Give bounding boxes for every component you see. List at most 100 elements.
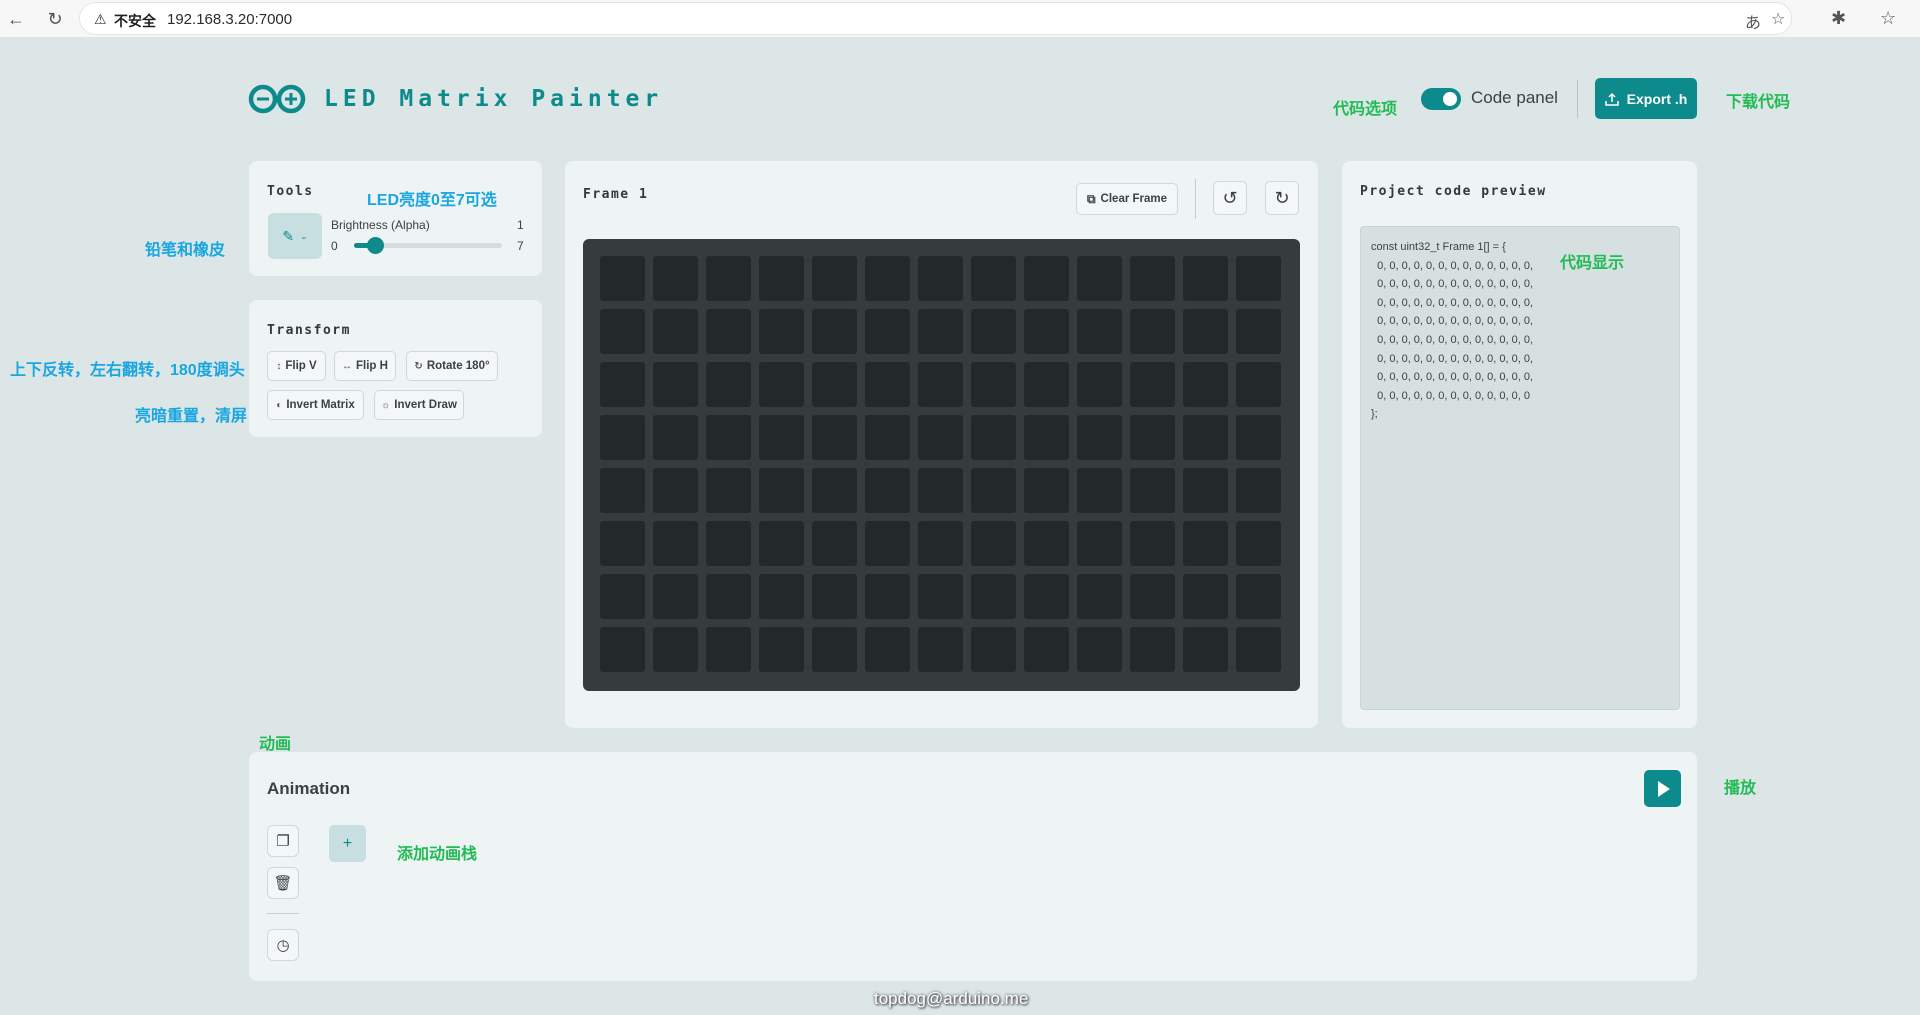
redo-icon[interactable]: ↻ [1265,181,1299,215]
led-cell[interactable] [759,256,804,301]
led-cell[interactable] [865,574,910,619]
led-cell[interactable] [971,574,1016,619]
led-cell[interactable] [706,415,751,460]
led-cell[interactable] [971,256,1016,301]
invert-draw-button[interactable]: ☼ Invert Draw [374,390,464,420]
led-cell[interactable] [600,574,645,619]
led-cell[interactable] [971,362,1016,407]
led-cell[interactable] [1077,468,1122,513]
led-cell[interactable] [653,362,698,407]
led-cell[interactable] [1183,521,1228,566]
led-cell[interactable] [865,362,910,407]
led-cell[interactable] [1236,256,1281,301]
led-cell[interactable] [865,256,910,301]
led-cell[interactable] [1183,309,1228,354]
led-cell[interactable] [812,362,857,407]
led-cell[interactable] [812,468,857,513]
led-cell[interactable] [1130,309,1175,354]
led-cell[interactable] [706,256,751,301]
led-cell[interactable] [1077,521,1122,566]
add-frame-button[interactable]: + [329,825,366,862]
led-cell[interactable] [1183,415,1228,460]
led-cell[interactable] [971,627,1016,672]
led-cell[interactable] [1024,521,1069,566]
led-cell[interactable] [759,574,804,619]
led-cell[interactable] [1236,309,1281,354]
led-cell[interactable] [1077,415,1122,460]
led-cell[interactable] [1183,362,1228,407]
led-cell[interactable] [865,627,910,672]
led-cell[interactable] [971,521,1016,566]
led-cell[interactable] [1024,256,1069,301]
led-cell[interactable] [653,521,698,566]
led-cell[interactable] [1130,468,1175,513]
undo-icon[interactable]: ↺ [1213,181,1247,215]
led-cell[interactable] [600,627,645,672]
led-cell[interactable] [971,468,1016,513]
led-cell[interactable] [759,309,804,354]
led-cell[interactable] [1236,468,1281,513]
brightness-slider[interactable] [354,237,502,254]
led-cell[interactable] [653,574,698,619]
extensions-icon[interactable]: ✱ [1831,8,1846,29]
led-cell[interactable] [1130,521,1175,566]
led-cell[interactable] [1236,574,1281,619]
led-cell[interactable] [918,468,963,513]
led-cell[interactable] [759,468,804,513]
translate-icon[interactable]: あ [1745,9,1761,33]
led-cell[interactable] [653,256,698,301]
led-cell[interactable] [1183,627,1228,672]
led-cell[interactable] [865,415,910,460]
led-cell[interactable] [600,256,645,301]
led-cell[interactable] [918,627,963,672]
invert-matrix-button[interactable]: ◐ Invert Matrix [267,390,364,420]
back-icon[interactable]: ← [3,6,29,32]
led-cell[interactable] [1236,362,1281,407]
led-cell[interactable] [1130,574,1175,619]
led-cell[interactable] [600,362,645,407]
address-bar[interactable]: ⚠ 不安全 192.168.3.20:7000 あ ☆ [79,2,1792,35]
led-cell[interactable] [600,521,645,566]
led-cell[interactable] [812,521,857,566]
url-text[interactable]: 192.168.3.20:7000 [167,11,292,28]
led-cell[interactable] [918,309,963,354]
led-cell[interactable] [1130,362,1175,407]
led-cell[interactable] [1130,256,1175,301]
led-cell[interactable] [1024,415,1069,460]
led-cell[interactable] [600,309,645,354]
led-cell[interactable] [1024,362,1069,407]
rotate-button[interactable]: ↻ Rotate 180° [406,351,498,381]
reload-icon[interactable]: ↻ [42,6,68,32]
led-cell[interactable] [653,627,698,672]
led-cell[interactable] [1024,627,1069,672]
led-cell[interactable] [1077,574,1122,619]
led-cell[interactable] [1236,627,1281,672]
led-cell[interactable] [865,468,910,513]
led-cell[interactable] [812,415,857,460]
led-cell[interactable] [706,362,751,407]
led-cell[interactable] [971,415,1016,460]
led-cell[interactable] [1077,627,1122,672]
led-cell[interactable] [759,415,804,460]
play-button[interactable] [1644,770,1681,807]
code-panel-toggle[interactable] [1421,88,1461,110]
led-cell[interactable] [706,468,751,513]
led-cell[interactable] [653,309,698,354]
led-cell[interactable] [865,521,910,566]
favorites-icon[interactable]: ☆ [1880,8,1896,29]
led-cell[interactable] [1077,309,1122,354]
export-button[interactable]: Export .h [1595,78,1697,119]
led-cell[interactable] [971,309,1016,354]
led-cell[interactable] [600,468,645,513]
led-cell[interactable] [1183,574,1228,619]
led-cell[interactable] [918,574,963,619]
led-matrix-grid[interactable] [583,239,1300,691]
slider-handle[interactable] [367,237,385,254]
led-cell[interactable] [1130,627,1175,672]
copy-frame-icon[interactable]: ❐ [267,825,299,857]
clear-frame-button[interactable]: ⧉ Clear Frame [1076,183,1178,215]
led-cell[interactable] [812,256,857,301]
led-cell[interactable] [1130,415,1175,460]
led-cell[interactable] [812,309,857,354]
led-cell[interactable] [1183,256,1228,301]
